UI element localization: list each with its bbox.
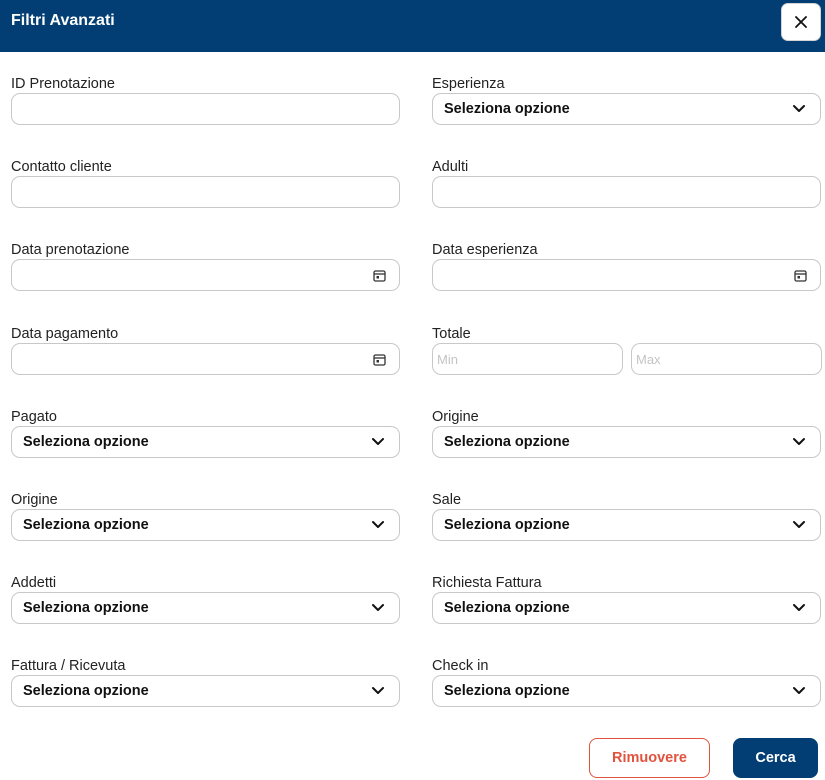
label-contatto-cliente: Contatto cliente xyxy=(11,159,112,175)
id-prenotazione-input[interactable] xyxy=(11,93,400,125)
label-origine: Origine xyxy=(432,409,479,425)
pagato-select[interactable]: Seleziona opzione xyxy=(11,426,400,458)
data-prenotazione-input[interactable] xyxy=(11,259,400,291)
label-data-pagamento: Data pagamento xyxy=(11,326,119,342)
chevron-down-icon xyxy=(793,687,805,694)
calendar-icon[interactable] xyxy=(373,353,386,366)
label-esperienza: Esperienza xyxy=(432,76,505,92)
esperienza-select[interactable]: Seleziona opzione xyxy=(432,93,821,125)
addetti-select[interactable]: Seleziona opzione xyxy=(11,592,400,624)
sale-selected: Seleziona opzione xyxy=(444,517,570,533)
check-in-selected: Seleziona opzione xyxy=(444,683,570,699)
calendar-icon[interactable] xyxy=(373,269,386,282)
label-data-esperienza: Data esperienza xyxy=(432,242,538,258)
label-origine: Origine xyxy=(11,492,58,508)
search-button[interactable]: Cerca xyxy=(733,738,818,778)
data-esperienza-input[interactable] xyxy=(432,259,821,291)
label-totale: Totale xyxy=(432,326,471,342)
calendar-icon[interactable] xyxy=(794,269,807,282)
origine-selected: Seleziona opzione xyxy=(23,517,149,533)
fattura-ricevuta-selected: Seleziona opzione xyxy=(23,683,149,699)
totale-max-input[interactable] xyxy=(631,343,822,375)
richiesta-fattura-selected: Seleziona opzione xyxy=(444,600,570,616)
totale-min-input[interactable] xyxy=(432,343,623,375)
pagato-selected: Seleziona opzione xyxy=(23,434,149,450)
chevron-down-icon xyxy=(372,521,384,528)
label-fattura-ricevuta: Fattura / Ricevuta xyxy=(11,658,126,674)
origine-select[interactable]: Seleziona opzione xyxy=(432,426,821,458)
label-richiesta-fattura: Richiesta Fattura xyxy=(432,575,542,591)
adulti-input[interactable] xyxy=(432,176,821,208)
close-button[interactable] xyxy=(781,3,821,41)
label-adulti: Adulti xyxy=(432,159,469,175)
chevron-down-icon xyxy=(372,687,384,694)
close-icon xyxy=(795,16,807,28)
modal-title: Filtri Avanzati xyxy=(11,12,115,29)
origine-selected: Seleziona opzione xyxy=(444,434,570,450)
chevron-down-icon xyxy=(793,105,805,112)
addetti-selected: Seleziona opzione xyxy=(23,600,149,616)
esperienza-selected: Seleziona opzione xyxy=(444,101,570,117)
contatto-cliente-input[interactable] xyxy=(11,176,400,208)
label-addetti: Addetti xyxy=(11,575,57,591)
data-pagamento-input[interactable] xyxy=(11,343,400,375)
remove-button[interactable]: Rimuovere xyxy=(589,738,710,778)
label-check-in: Check in xyxy=(432,658,489,674)
label-id-prenotazione: ID Prenotazione xyxy=(11,76,115,92)
chevron-down-icon xyxy=(372,604,384,611)
chevron-down-icon xyxy=(372,438,384,445)
check-in-select[interactable]: Seleziona opzione xyxy=(432,675,821,707)
modal-header: Filtri Avanzati xyxy=(0,0,825,52)
label-sale: Sale xyxy=(432,492,462,508)
label-pagato: Pagato xyxy=(11,409,57,425)
label-data-prenotazione: Data prenotazione xyxy=(11,242,130,258)
fattura-ricevuta-select[interactable]: Seleziona opzione xyxy=(11,675,400,707)
sale-select[interactable]: Seleziona opzione xyxy=(432,509,821,541)
origine-select[interactable]: Seleziona opzione xyxy=(11,509,400,541)
chevron-down-icon xyxy=(793,438,805,445)
chevron-down-icon xyxy=(793,604,805,611)
richiesta-fattura-select[interactable]: Seleziona opzione xyxy=(432,592,821,624)
chevron-down-icon xyxy=(793,521,805,528)
